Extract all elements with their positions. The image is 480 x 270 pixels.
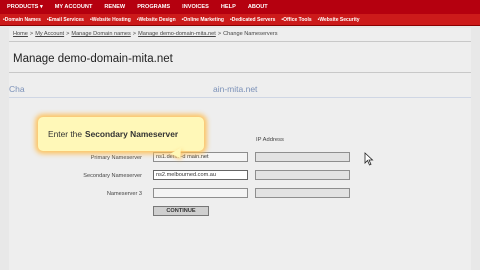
- secondary-ip-input[interactable]: [255, 170, 350, 180]
- instruction-tooltip: Enter the Secondary Nameserver: [38, 117, 204, 151]
- subnav-office-tools[interactable]: •Office Tools: [278, 17, 314, 23]
- nav-products[interactable]: PRODUCTS ▾: [0, 4, 49, 10]
- subnav-domain-names[interactable]: •Domain Names: [0, 17, 44, 23]
- secondary-nameserver-input[interactable]: ns2.melbourned.com.au: [153, 170, 248, 180]
- primary-ip-input[interactable]: [255, 152, 350, 162]
- breadcrumb-separator: >: [217, 31, 222, 37]
- nameserver-3-ip-input[interactable]: [255, 188, 350, 198]
- breadcrumb-current: Change Nameservers: [223, 31, 278, 37]
- mouse-cursor-icon: [364, 152, 374, 166]
- nameserver-3-label: Nameserver 3: [106, 191, 142, 197]
- subnav-website-hosting[interactable]: •Website Hosting: [87, 17, 134, 23]
- section-title-right: ain-mita.net: [213, 84, 258, 94]
- subnav-website-security[interactable]: •Website Security: [315, 17, 363, 23]
- section-divider: [9, 97, 471, 98]
- primary-nameserver-label: Primary Nameserver: [90, 155, 142, 161]
- nav-invoices[interactable]: INVOICES: [176, 4, 215, 10]
- tooltip-prefix: Enter the: [48, 129, 82, 139]
- breadcrumb-manage-domain[interactable]: Manage demo-domain-mita.net: [138, 31, 216, 37]
- subnav-website-design[interactable]: •Website Design: [134, 17, 179, 23]
- nav-renew[interactable]: RENEW: [98, 4, 131, 10]
- secondary-nameserver-label: Secondary Nameserver: [83, 173, 142, 179]
- breadcrumb-home[interactable]: Home: [13, 31, 28, 37]
- nameserver-3-input[interactable]: [153, 188, 248, 198]
- subnav-email-services[interactable]: •Email Services: [44, 17, 87, 23]
- nav-help[interactable]: HELP: [215, 4, 242, 10]
- primary-nameserver-input[interactable]: ns1.demo-d main.net: [153, 152, 248, 162]
- divider: [9, 41, 471, 42]
- subnav-dedicated-servers[interactable]: •Dedicated Servers: [227, 17, 278, 23]
- top-navigation-bar: PRODUCTS ▾ MY ACCOUNT RENEW PROGRAMS INV…: [0, 0, 480, 14]
- breadcrumb-separator: >: [132, 31, 137, 37]
- nav-programs[interactable]: PROGRAMS: [131, 4, 176, 10]
- continue-button[interactable]: CONTINUE: [153, 206, 209, 216]
- breadcrumb-separator: >: [66, 31, 70, 37]
- nav-about[interactable]: ABOUT: [242, 4, 274, 10]
- breadcrumb: Home > My Account > Manage Domain names > Mana…: [13, 31, 278, 37]
- browser-page: PRODUCTS ▾ MY ACCOUNT RENEW PROGRAMS INV…: [0, 0, 480, 270]
- breadcrumb-my-account[interactable]: My Account: [35, 31, 64, 37]
- nav-my-account[interactable]: MY ACCOUNT: [49, 4, 99, 10]
- breadcrumb-manage-domains[interactable]: Manage Domain names: [71, 31, 130, 37]
- sub-navigation-bar: •Domain Names •Email Services •Website H…: [0, 14, 480, 26]
- subnav-online-marketing[interactable]: •Online Marketing: [179, 17, 227, 23]
- breadcrumb-separator: >: [29, 31, 34, 37]
- ip-address-header: IP Address: [256, 137, 284, 143]
- tooltip-emphasis: Secondary Nameserver: [85, 129, 179, 139]
- page-title: Manage demo-domain-mita.net: [13, 53, 173, 65]
- divider: [9, 72, 471, 73]
- section-title-left: Cha: [9, 84, 25, 94]
